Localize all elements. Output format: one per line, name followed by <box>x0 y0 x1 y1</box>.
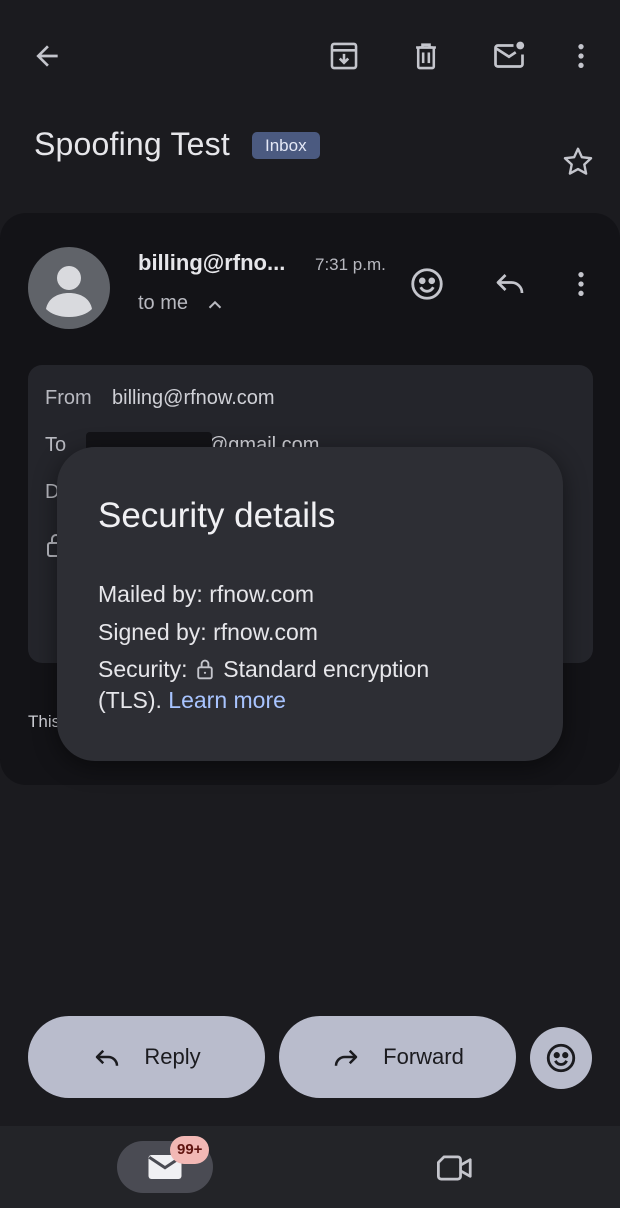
dialog-title: Security details <box>98 496 336 535</box>
forward-icon <box>331 1042 361 1072</box>
person-icon <box>46 266 92 317</box>
chevron-up-icon[interactable] <box>204 294 226 316</box>
mark-unread-icon <box>491 38 527 74</box>
star-outline-icon <box>560 144 596 180</box>
forward-label: Forward <box>383 1044 464 1069</box>
arrow-left-icon <box>31 40 63 72</box>
top-app-bar <box>0 0 620 110</box>
email-subject: Spoofing Test <box>34 126 230 162</box>
archive-button[interactable] <box>322 34 366 78</box>
learn-more-link[interactable]: Learn more <box>168 687 286 713</box>
message-body: This <box>28 712 61 731</box>
back-button[interactable] <box>25 34 69 78</box>
sender-avatar[interactable] <box>28 247 110 329</box>
mailed-by: Mailed by: rfnow.com <box>98 581 315 607</box>
security-line: Security: Standard encryption <box>98 656 429 683</box>
reply-icon <box>492 266 528 302</box>
security-label: Security: <box>98 656 188 682</box>
message-time: 7:31 p.m. <box>315 255 386 274</box>
mark-unread-button[interactable] <box>487 34 531 78</box>
reply-icon-button[interactable] <box>488 262 532 306</box>
reply-button[interactable]: Reply <box>28 1016 265 1098</box>
delete-button[interactable] <box>404 34 448 78</box>
more-options-button[interactable] <box>559 34 603 78</box>
video-icon <box>437 1153 473 1183</box>
forward-button[interactable]: Forward <box>279 1016 516 1098</box>
from-label: From <box>45 387 92 409</box>
message-more-button[interactable] <box>559 262 603 306</box>
sender-name[interactable]: billing@rfno... <box>138 250 285 276</box>
star-button[interactable] <box>556 140 600 184</box>
more-vert-icon <box>565 40 597 72</box>
bottom-navigation-bar <box>0 1126 620 1208</box>
emoji-icon <box>408 265 446 303</box>
lock-icon <box>196 658 214 680</box>
more-vert-icon <box>565 268 597 300</box>
to-label: To <box>45 434 67 456</box>
recipient-summary[interactable]: to me <box>138 292 188 315</box>
emoji-reaction-button[interactable] <box>530 1027 592 1089</box>
archive-icon <box>327 39 361 73</box>
security-line-cont: (TLS). Learn more <box>98 687 286 714</box>
reply-icon <box>92 1042 122 1072</box>
signed-by: Signed by: rfnow.com <box>98 619 318 645</box>
add-reaction-button[interactable] <box>405 262 449 306</box>
security-value-cont: (TLS). <box>98 687 162 713</box>
security-value: Standard encryption <box>223 656 430 682</box>
unread-count-badge: 99+ <box>170 1136 210 1164</box>
reply-label: Reply <box>144 1044 201 1069</box>
nav-meet-tab[interactable] <box>432 1145 478 1191</box>
from-address[interactable]: billing@rfnow.com <box>112 387 275 410</box>
emoji-icon <box>544 1041 578 1075</box>
trash-icon <box>409 39 443 73</box>
inbox-label-chip[interactable]: Inbox <box>252 132 320 159</box>
